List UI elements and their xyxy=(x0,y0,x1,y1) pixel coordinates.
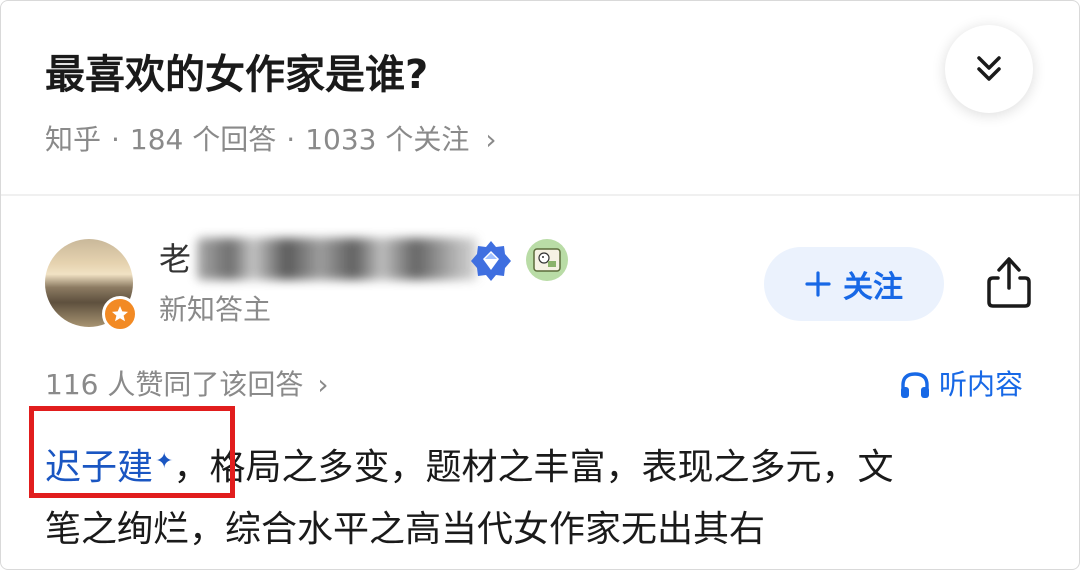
cartoon-flair-icon xyxy=(526,239,568,281)
source-label: 知乎 xyxy=(45,123,102,156)
highlight-box xyxy=(29,406,235,498)
likes-link[interactable]: 116 人赞同了该回答 › xyxy=(45,365,329,405)
share-icon[interactable] xyxy=(984,254,1034,310)
chevron-right-icon: › xyxy=(317,368,329,401)
content-line-2: 笔之绚烂，综合水平之高当代女作家无出其右 xyxy=(45,509,766,550)
double-chevron-down-icon xyxy=(977,56,1001,81)
answer-count: 184 个回答 xyxy=(129,123,277,156)
listen-label: 听内容 xyxy=(939,368,1024,401)
question-title[interactable]: 最喜欢的女作家是谁? xyxy=(45,47,428,103)
app-screen: 最喜欢的女作家是谁? 知乎 · 184 个回答 · 1033 个关注 › 老 新… xyxy=(0,0,1080,570)
blue-diamond-verified-icon xyxy=(471,241,511,281)
meta-separator: · xyxy=(286,123,296,156)
follow-button[interactable]: 关注 xyxy=(764,247,944,321)
follower-count: 1033 个关注 xyxy=(305,123,470,156)
section-divider xyxy=(1,194,1079,196)
likes-text: 116 人赞同了该回答 xyxy=(45,368,304,401)
author-name[interactable]: 老 xyxy=(159,237,478,281)
orange-star-badge-icon xyxy=(102,296,138,332)
headphones-icon xyxy=(901,372,929,398)
follow-label: 关注 xyxy=(843,270,903,305)
content-text: ，格局之多变，题材之丰富，表现之多元，文 xyxy=(173,447,894,488)
listen-button[interactable]: 听内容 xyxy=(899,365,1023,405)
collapse-button[interactable] xyxy=(945,25,1033,113)
author-title: 新知答主 xyxy=(159,293,272,326)
chevron-right-icon: › xyxy=(485,123,497,156)
meta-separator: · xyxy=(111,123,120,156)
question-meta[interactable]: 知乎 · 184 个回答 · 1033 个关注 › xyxy=(45,120,497,160)
blurred-name xyxy=(197,238,478,280)
author-name-prefix: 老 xyxy=(159,240,192,278)
plus-icon xyxy=(805,271,831,297)
